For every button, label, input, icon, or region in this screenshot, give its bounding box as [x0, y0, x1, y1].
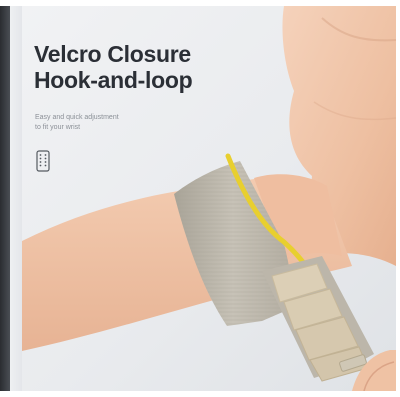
description-line-2: to fit your wrist	[35, 124, 81, 131]
adjacent-image-edge	[0, 6, 10, 391]
feature-headline: Velcro Closure Hook-and-loop	[34, 41, 193, 93]
description-line-1: Easy and quick adjustment	[35, 114, 119, 121]
feature-description: Easy and quick adjustment to fit your wr…	[35, 113, 119, 133]
velcro-strip-icon	[36, 150, 50, 172]
headline-line-2: Hook-and-loop	[34, 67, 193, 93]
product-image-frame: Velcro Closure Hook-and-loop Easy and qu…	[0, 0, 400, 397]
image-gutter	[10, 6, 22, 391]
headline-line-1: Velcro Closure	[34, 41, 191, 67]
